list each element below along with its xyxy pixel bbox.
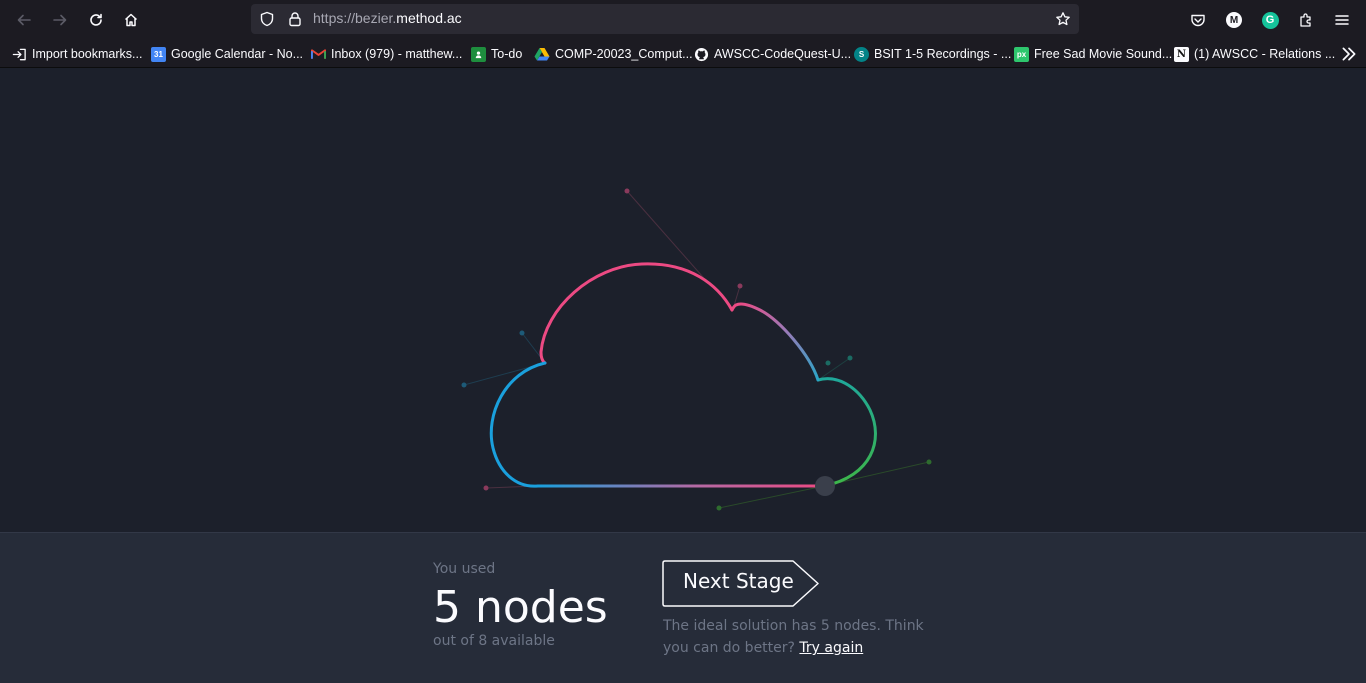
reload-button[interactable] [82,6,110,34]
handle-line [718,485,825,509]
next-stage-label: Next Stage [683,569,794,593]
google-drive-icon [534,48,550,61]
control-point[interactable] [519,330,525,336]
pocket-button[interactable] [1184,6,1212,34]
bookmark-label: Google Calendar - No... [171,47,304,61]
try-again-link[interactable]: Try again [799,640,863,656]
bookmark-star-icon[interactable] [1055,11,1071,27]
reload-icon [90,13,102,26]
pocket-icon [1191,14,1205,27]
hamburger-menu-icon [1335,15,1349,25]
account-avatar-icon: M [1226,12,1242,28]
lock-icon[interactable] [287,11,303,27]
bookmark-label: Free Sad Movie Sound... [1034,47,1173,61]
url-prefix: https://bezier. [313,10,397,26]
control-point[interactable] [737,283,743,289]
curve-segment-top[interactable] [539,262,734,365]
cursor-node-marker[interactable] [815,476,835,496]
control-point[interactable] [483,485,489,491]
sharepoint-icon: S [854,46,869,62]
cloud-path[interactable] [489,262,877,488]
arrow-left-icon [17,14,31,26]
available-label: out of 8 available [433,633,555,649]
bookmarks-toolbar: Import bookmarks... 31 Google Calendar -… [0,40,1366,68]
bookmark-google-calendar[interactable]: 31 Google Calendar - No... [151,44,303,64]
bookmark-label: COMP-20023_Comput... [555,47,693,61]
bookmark-sharepoint[interactable]: S BSIT 1-5 Recordings - ... [854,44,1011,64]
handle-line [817,357,851,381]
bookmark-label: Import bookmarks... [32,47,143,61]
browser-toolbar: https://bezier.method.ac M G [0,0,1366,40]
bookmark-label: BSIT 1-5 Recordings - ... [874,47,1012,61]
control-point[interactable] [716,505,722,511]
control-point[interactable] [624,188,630,194]
control-point[interactable] [847,355,853,361]
bookmark-github[interactable]: AWSCC-CodeQuest-U... [694,44,851,64]
home-button[interactable] [117,6,145,34]
curve-segment-left[interactable] [489,361,547,488]
control-point[interactable] [825,360,831,366]
curve-segment-top-right[interactable] [730,302,820,382]
puzzle-piece-icon [1300,13,1311,27]
bookmark-notion[interactable]: N (1) AWSCC - Relations ... [1174,44,1335,64]
bookmark-label: AWSCC-CodeQuest-U... [714,47,852,61]
back-button[interactable] [10,6,38,34]
extensions-button[interactable] [1292,6,1320,34]
bookmark-label: Inbox (979) - matthew... [331,47,463,61]
github-icon [694,47,709,61]
arrow-right-icon [53,14,67,26]
bezier-cloud-drawing[interactable] [0,68,1366,532]
forward-button[interactable] [46,6,74,34]
result-panel: You used 5 nodes out of 8 available Next… [0,532,1366,683]
gmail-icon [311,49,326,59]
notion-icon: N [1174,46,1189,62]
feedback-text: The ideal solution has 5 nodes. Think yo… [663,615,953,659]
app-menu-button[interactable] [1328,6,1356,34]
bookmark-comp-drive[interactable]: COMP-20023_Comput... [534,44,693,64]
bookmark-gmail[interactable]: Inbox (979) - matthew... [311,44,462,64]
google-calendar-icon: 31 [151,46,166,62]
chevron-double-right-icon[interactable] [1340,45,1358,63]
account-button[interactable]: M [1220,6,1248,34]
bookmark-import[interactable]: Import bookmarks... [12,44,142,64]
google-classroom-icon [471,46,486,62]
home-icon [124,13,138,27]
tracking-protection-shield-icon[interactable] [259,11,275,27]
url-text[interactable]: https://bezier.method.ac [313,10,462,26]
handle-line [626,190,711,286]
nodes-count: 5 nodes [433,582,608,633]
import-icon [12,48,26,60]
bookmark-pixabay[interactable]: px Free Sad Movie Sound... [1014,44,1172,64]
pixabay-icon: px [1014,46,1029,62]
curve-segment-right[interactable] [816,377,877,488]
grammarly-icon: G [1261,11,1279,29]
bookmark-label: (1) AWSCC - Relations ... [1194,47,1336,61]
control-point[interactable] [461,382,467,388]
control-point[interactable] [926,459,932,465]
control-handles[interactable] [461,188,932,511]
feedback-message: The ideal solution has 5 nodes. Think yo… [663,618,924,656]
bookmark-todo[interactable]: To-do [471,44,522,64]
next-stage-button[interactable]: Next Stage [662,557,822,609]
url-bar[interactable]: https://bezier.method.ac [251,4,1079,34]
drawing-canvas[interactable] [0,68,1366,532]
used-label: You used [433,561,496,577]
url-domain: method.ac [396,10,462,26]
grammarly-button[interactable]: G [1256,6,1284,34]
bookmark-label: To-do [491,47,523,61]
